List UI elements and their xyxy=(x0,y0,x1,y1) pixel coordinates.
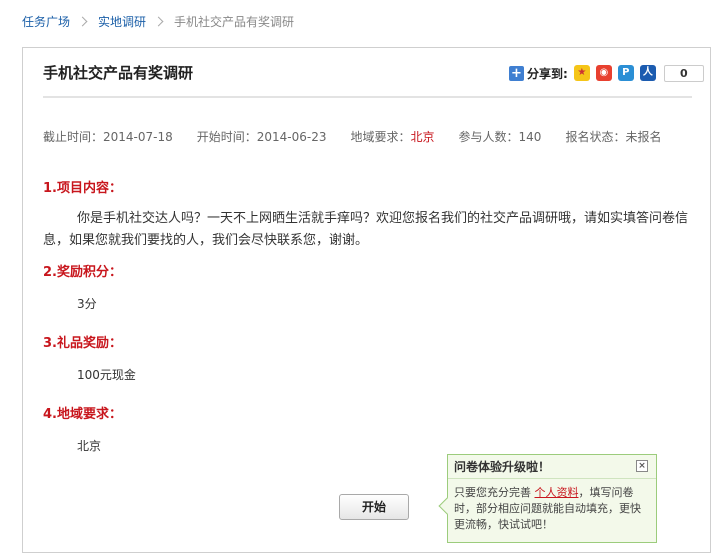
share-count: 0 xyxy=(663,64,704,82)
section-body-gift: 100元现金 xyxy=(77,368,136,382)
breadcrumb: 任务广场 实地调研 手机社交产品有奖调研 xyxy=(22,11,294,31)
section-heading-region: 4.地域要求： xyxy=(43,407,122,422)
chevron-right-icon xyxy=(153,16,164,26)
start-button[interactable]: 开始 xyxy=(339,494,409,520)
region-value: 北京 xyxy=(410,130,435,144)
section-heading-content: 1.项目内容： xyxy=(43,181,122,196)
popup-text-before: 只要您充分完善 xyxy=(454,486,531,499)
signup-status: 报名状态：未报名 xyxy=(565,130,662,144)
upgrade-popup: 问卷体验升级啦！ × 只要您充分完善 个人资料，填写问卷时，部分相应问题就能自动… xyxy=(438,454,657,543)
share-label: 分享到: xyxy=(527,66,568,81)
section-body-points: 3分 xyxy=(77,297,97,311)
renren-icon[interactable]: 人 xyxy=(639,65,656,81)
share-bar: + 分享到: ★ ◉ P 人 0 xyxy=(509,64,704,82)
section-body-content: 你是手机社交达人吗？一天不上网晒生活就手痒吗？欢迎您报名我们的社交产品调研哦，请… xyxy=(43,211,689,248)
page-title: 手机社交产品有奖调研 xyxy=(43,64,194,82)
qzone-icon[interactable]: ★ xyxy=(573,65,590,81)
participants: 参与人数：140 xyxy=(458,130,542,144)
popup-message: 只要您充分完善 个人资料，填写问卷时，部分相应问题就能自动填充，更快更流畅，快试… xyxy=(448,479,656,533)
chevron-right-icon xyxy=(77,16,88,26)
region-requirement: 地域要求：北京 xyxy=(351,128,435,145)
breadcrumb-field-research[interactable]: 实地调研 xyxy=(98,13,146,30)
close-icon[interactable]: × xyxy=(636,460,648,472)
section-heading-points: 2.奖励积分： xyxy=(43,265,122,280)
popup-header: 问卷体验升级啦！ × xyxy=(448,455,656,479)
title-divider xyxy=(43,96,692,98)
breadcrumb-task-square[interactable]: 任务广场 xyxy=(22,13,70,30)
section-body-region: 北京 xyxy=(77,439,102,453)
survey-meta: 截止时间：2014-07-18 开始时间：2014-06-23 地域要求：北京 … xyxy=(43,128,685,145)
region-label: 地域要求： xyxy=(350,130,411,144)
profile-link[interactable]: 个人资料 xyxy=(535,486,579,499)
deadline: 截止时间：2014-07-18 xyxy=(43,130,173,144)
plus-icon[interactable]: + xyxy=(509,65,524,81)
tencent-weibo-icon[interactable]: P xyxy=(617,65,634,81)
section-heading-gift: 3.礼品奖励： xyxy=(43,336,122,351)
breadcrumb-current: 手机社交产品有奖调研 xyxy=(174,14,295,29)
popup-title: 问卷体验升级啦！ xyxy=(454,460,551,474)
weibo-icon[interactable]: ◉ xyxy=(595,65,612,81)
start-time: 开始时间：2014-06-23 xyxy=(196,130,327,144)
